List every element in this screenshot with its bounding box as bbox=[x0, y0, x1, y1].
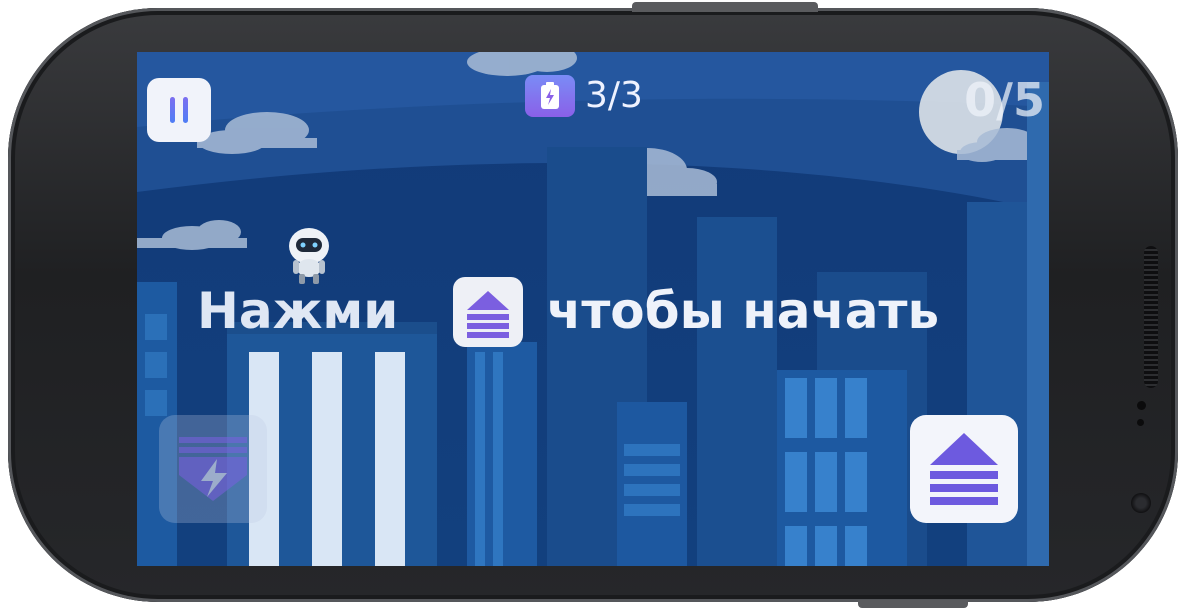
start-hint: Нажми чтобы начать bbox=[197, 277, 1049, 357]
phone-speaker bbox=[1144, 246, 1158, 388]
game-screen[interactable]: 3/3 0/5 Нажми чтобы начать bbox=[137, 52, 1049, 566]
pause-icon-bar bbox=[183, 97, 188, 123]
phone-camera bbox=[1131, 493, 1151, 513]
pause-icon bbox=[170, 97, 175, 123]
lightning-shield-icon bbox=[179, 437, 247, 501]
jump-button[interactable] bbox=[910, 415, 1018, 523]
phone-sensor bbox=[1137, 419, 1144, 426]
hint-text-after: чтобы начать bbox=[547, 282, 940, 340]
score-counter: 0/5 bbox=[964, 73, 1045, 127]
energy-counter: 3/3 bbox=[585, 75, 643, 116]
battery-glyph bbox=[541, 82, 559, 109]
jump-arrow-icon bbox=[930, 433, 998, 505]
power-button[interactable] bbox=[159, 415, 267, 523]
phone-sensor bbox=[1137, 401, 1146, 410]
battery-icon bbox=[525, 75, 575, 117]
hint-text-before: Нажми bbox=[197, 282, 399, 340]
jump-arrow-icon bbox=[453, 277, 523, 347]
phone-power-button bbox=[632, 2, 818, 12]
pause-button[interactable] bbox=[147, 78, 211, 142]
phone-side-button bbox=[858, 600, 968, 608]
